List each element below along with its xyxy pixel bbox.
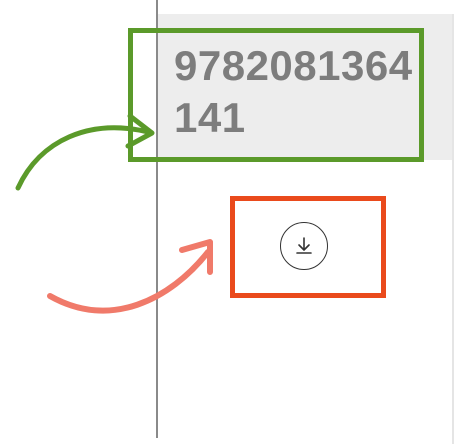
screenshot-stage: 9782081364141 <box>0 0 464 444</box>
table-border-right <box>452 14 454 444</box>
isbn-highlight-box <box>128 28 424 162</box>
download-highlight-box <box>230 196 386 298</box>
